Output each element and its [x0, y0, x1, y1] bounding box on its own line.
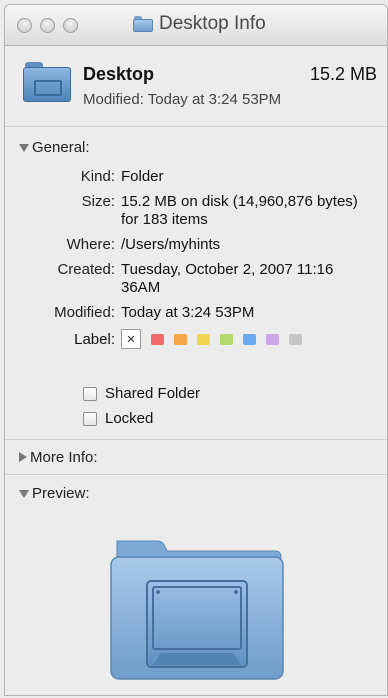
- general-section: General: Kind: Folder Size: 15.2 MB on d…: [5, 127, 387, 440]
- label-swatch-purple[interactable]: [266, 333, 279, 345]
- folder-preview-icon: [110, 540, 284, 680]
- locked-label: Locked: [105, 410, 154, 427]
- preview-heading: Preview:: [32, 485, 90, 502]
- row-key: Size:: [81, 193, 115, 210]
- locked-option[interactable]: Locked: [83, 410, 373, 427]
- more-info-section: More Info:: [5, 440, 387, 475]
- window-title-wrap: Desktop Info: [133, 13, 266, 35]
- title-bar[interactable]: Desktop Info: [5, 5, 387, 46]
- close-icon: ×: [126, 330, 136, 348]
- locked-checkbox[interactable]: [83, 411, 97, 426]
- row-key: Created:: [57, 261, 115, 278]
- info-row-created: Created: Tuesday, October 2, 2007 11:16 …: [19, 261, 373, 297]
- row-value: 15.2 MB on disk (14,960,876 bytes) for 1…: [121, 193, 358, 228]
- row-value: /Users/myhints: [121, 236, 221, 253]
- info-row-kind: Kind: Folder: [19, 168, 373, 186]
- preview-disclosure[interactable]: Preview:: [19, 485, 373, 502]
- more-info-disclosure[interactable]: More Info:: [19, 449, 98, 466]
- window-controls: [17, 18, 78, 33]
- general-rows: Kind: Folder Size: 15.2 MB on disk (14,9…: [19, 168, 373, 322]
- label-swatch-green[interactable]: [220, 333, 233, 345]
- row-key: Where:: [66, 236, 115, 253]
- row-value: Today at 3:24 53PM: [121, 304, 255, 321]
- label-swatch-blue[interactable]: [243, 333, 256, 345]
- info-row-modified: Modified: Today at 3:24 53PM: [19, 304, 373, 322]
- zoom-button[interactable]: [63, 18, 78, 33]
- disclosure-triangle-icon[interactable]: [19, 143, 29, 152]
- shared-folder-checkbox[interactable]: [83, 386, 97, 401]
- info-window: Desktop Info Desktop 15.2 MB Modified: T…: [4, 4, 388, 696]
- label-none-button[interactable]: ×: [121, 329, 141, 349]
- label-row: Label: ×: [19, 329, 373, 349]
- row-key: Kind:: [80, 168, 115, 185]
- row-value: Tuesday, October 2, 2007 11:16 36AM: [121, 261, 334, 296]
- item-name: Desktop: [83, 64, 155, 84]
- label-key: Label:: [74, 330, 115, 348]
- disclosure-triangle-icon[interactable]: [19, 489, 29, 498]
- item-modified: Modified: Today at 3:24 53PM: [83, 91, 282, 108]
- general-heading: General:: [32, 139, 90, 156]
- disclosure-triangle-icon[interactable]: [19, 452, 27, 462]
- label-swatch-orange[interactable]: [174, 333, 187, 345]
- row-key: Modified:: [54, 304, 115, 321]
- info-row-size: Size: 15.2 MB on disk (14,960,876 bytes)…: [19, 193, 373, 229]
- label-swatch-red[interactable]: [151, 333, 164, 345]
- preview-section: Preview:: [5, 475, 387, 695]
- general-disclosure[interactable]: General:: [19, 139, 373, 156]
- label-swatch-gray[interactable]: [289, 333, 302, 345]
- shared-folder-label: Shared Folder: [105, 385, 201, 402]
- summary-header: Desktop 15.2 MB Modified: Today at 3:24 …: [5, 46, 387, 127]
- close-button[interactable]: [17, 18, 32, 33]
- label-swatch-yellow[interactable]: [197, 333, 210, 345]
- folder-icon: [133, 16, 153, 32]
- row-value: Folder: [121, 168, 164, 185]
- shared-folder-option[interactable]: Shared Folder: [83, 385, 373, 402]
- folder-icon: [23, 62, 71, 102]
- checkbox-group: Shared Folder Locked: [19, 385, 373, 427]
- minimize-button[interactable]: [40, 18, 55, 33]
- info-row-where: Where: /Users/myhints: [19, 236, 373, 254]
- item-size: 15.2 MB: [309, 64, 377, 84]
- window-title: Desktop Info: [159, 13, 266, 34]
- more-info-heading: More Info:: [30, 448, 98, 466]
